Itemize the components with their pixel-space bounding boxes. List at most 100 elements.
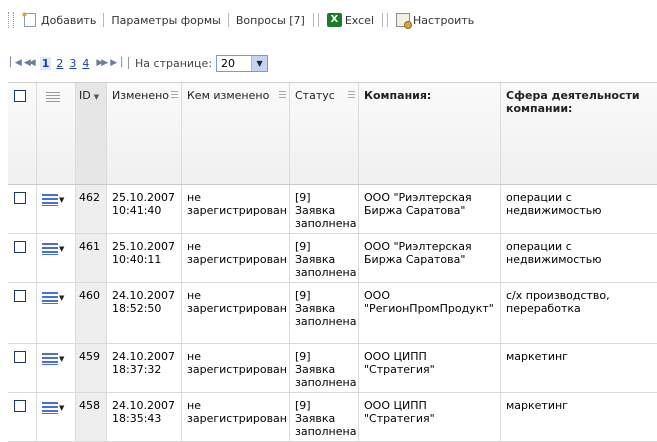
- row-menu-button[interactable]: ▼: [42, 191, 71, 207]
- table-row[interactable]: ▼ 461 25.10.2007 10:40:11 не зарегистрир…: [8, 234, 657, 283]
- form-params-label: Параметры формы: [111, 13, 221, 27]
- first-page-icon[interactable]: ▏◀: [10, 58, 22, 68]
- cell-activity: маркетинг: [500, 393, 657, 441]
- header-changed-by-label: Кем изменено: [187, 89, 270, 102]
- add-button-label: Добавить: [41, 13, 97, 27]
- cell-changed: 25.10.2007 10:41:40: [106, 185, 181, 233]
- excel-button[interactable]: X Excel: [323, 13, 378, 27]
- row-select-cell: [8, 234, 36, 282]
- row-menu-icon: [42, 353, 58, 365]
- column-menu-icon[interactable]: [171, 91, 178, 99]
- row-actions-cell: ▼: [36, 185, 75, 233]
- pager-separator: [128, 57, 130, 69]
- table-row[interactable]: ▼ 462 25.10.2007 10:41:40 не зарегистрир…: [8, 185, 657, 234]
- header-status[interactable]: Статус: [289, 83, 358, 184]
- excel-label: Excel: [344, 13, 374, 27]
- header-id[interactable]: ID ▼: [75, 83, 106, 184]
- row-checkbox[interactable]: [14, 400, 26, 412]
- row-checkbox[interactable]: [14, 351, 26, 363]
- header-row: ID ▼ Изменено Кем изменено Статус Компани…: [8, 82, 657, 185]
- form-params-button[interactable]: Параметры формы: [107, 14, 224, 27]
- header-actions-cell: [36, 83, 75, 184]
- cell-changed: 25.10.2007 10:40:11: [106, 234, 181, 282]
- row-checkbox[interactable]: [14, 241, 26, 253]
- add-button[interactable]: Добавить: [20, 11, 100, 27]
- header-company[interactable]: Компания:: [358, 83, 500, 184]
- header-changed-by[interactable]: Кем изменено: [181, 83, 289, 184]
- column-menu-icon[interactable]: [279, 91, 286, 99]
- header-status-label: Статус: [295, 89, 335, 102]
- row-select-cell: [8, 393, 36, 441]
- cell-company: ООО ЦИПП "Стратегия": [358, 344, 500, 392]
- table-row[interactable]: ▼ 458 24.10.2007 18:35:43 не зарегистрир…: [8, 393, 657, 442]
- sort-desc-icon: ▼: [93, 93, 100, 101]
- questions-button[interactable]: Вопросы [7]: [232, 14, 309, 27]
- row-actions-cell: ▼: [36, 344, 75, 392]
- cell-changed-by: не зарегистрирован: [181, 234, 289, 282]
- row-menu-icon: [42, 402, 58, 414]
- excel-icon: X: [326, 13, 342, 27]
- header-activity[interactable]: Сфера деятельности компании:: [500, 83, 657, 184]
- page-link-2[interactable]: 2: [56, 57, 63, 70]
- row-checkbox[interactable]: [14, 290, 26, 302]
- next-pages-icon[interactable]: ▶▶: [96, 58, 108, 68]
- toolbar-grip: [8, 12, 14, 28]
- cell-changed: 24.10.2007 18:35:43: [106, 393, 181, 441]
- header-changed-label: Изменено: [112, 89, 170, 102]
- last-page-icon[interactable]: ▶▕: [110, 58, 122, 68]
- row-actions-cell: ▼: [36, 283, 75, 343]
- row-menu-button[interactable]: ▼: [42, 350, 71, 366]
- row-actions-cell: ▼: [36, 234, 75, 282]
- column-menu-icon[interactable]: [348, 91, 355, 99]
- toolbar-separator: [227, 13, 229, 27]
- row-menu-button[interactable]: ▼: [42, 399, 71, 415]
- data-grid: ID ▼ Изменено Кем изменено Статус Компани…: [8, 82, 657, 442]
- table-row[interactable]: ▼ 460 24.10.2007 18:52:50 не зарегистрир…: [8, 283, 657, 344]
- cell-id: 461: [75, 234, 106, 282]
- select-all-checkbox[interactable]: [14, 90, 26, 102]
- cell-changed-by: не зарегистрирован: [181, 185, 289, 233]
- page-link-1[interactable]: 1: [39, 56, 52, 70]
- columns-menu-icon[interactable]: [46, 92, 60, 102]
- prev-pages-icon[interactable]: ◀◀: [24, 58, 36, 68]
- cell-company: ООО ЦИПП "Стратегия": [358, 393, 500, 441]
- pager: ▏◀ ◀◀ 1 2 3 4 ▶▶ ▶▕ На странице: 20 ▼: [10, 54, 269, 72]
- chevron-down-icon: ▼: [59, 404, 65, 412]
- row-menu-icon: [42, 194, 58, 206]
- chevron-down-icon: ▼: [59, 196, 65, 204]
- row-select-cell: [8, 185, 36, 233]
- cell-activity: с/х производство, переработка: [500, 283, 657, 343]
- row-menu-button[interactable]: ▼: [42, 289, 71, 305]
- per-page-label: На странице:: [135, 56, 213, 70]
- row-actions-cell: ▼: [36, 393, 75, 441]
- row-select-cell: [8, 283, 36, 343]
- settings-icon: [396, 13, 412, 29]
- chevron-down-icon[interactable]: ▼: [251, 55, 268, 71]
- page-link-3[interactable]: 3: [69, 57, 76, 70]
- cell-changed: 24.10.2007 18:37:32: [106, 344, 181, 392]
- header-changed[interactable]: Изменено: [106, 83, 181, 184]
- toolbar-separator: [382, 13, 388, 27]
- settings-button[interactable]: Настроить: [392, 13, 478, 29]
- cell-status: [9] Заявка заполнена: [289, 393, 358, 441]
- cell-changed: 24.10.2007 18:52:50: [106, 283, 181, 343]
- table-row[interactable]: ▼ 459 24.10.2007 18:37:32 не зарегистрир…: [8, 344, 657, 393]
- cell-company: ООО "Риэлтерская Биржа Саратова": [358, 185, 500, 233]
- new-document-icon: [21, 11, 36, 27]
- cell-status: [9] Заявка заполнена: [289, 234, 358, 282]
- cell-company: ООО "Риэлтерская Биржа Саратова": [358, 234, 500, 282]
- row-checkbox[interactable]: [14, 192, 26, 204]
- cell-id: 460: [75, 283, 106, 343]
- cell-activity: операции с недвижимостью: [500, 185, 657, 233]
- page-link-4[interactable]: 4: [82, 57, 89, 70]
- row-menu-icon: [42, 292, 58, 304]
- cell-activity: маркетинг: [500, 344, 657, 392]
- settings-label: Настроить: [413, 13, 475, 27]
- per-page-select[interactable]: 20 ▼: [216, 54, 269, 72]
- chevron-down-icon: ▼: [59, 355, 65, 363]
- row-menu-button[interactable]: ▼: [42, 240, 71, 256]
- cell-id: 462: [75, 185, 106, 233]
- per-page-value: 20: [221, 56, 236, 70]
- header-activity-label: Сфера деятельности компании:: [506, 89, 640, 115]
- toolbar: Добавить Параметры формы Вопросы [7] X E…: [0, 8, 657, 32]
